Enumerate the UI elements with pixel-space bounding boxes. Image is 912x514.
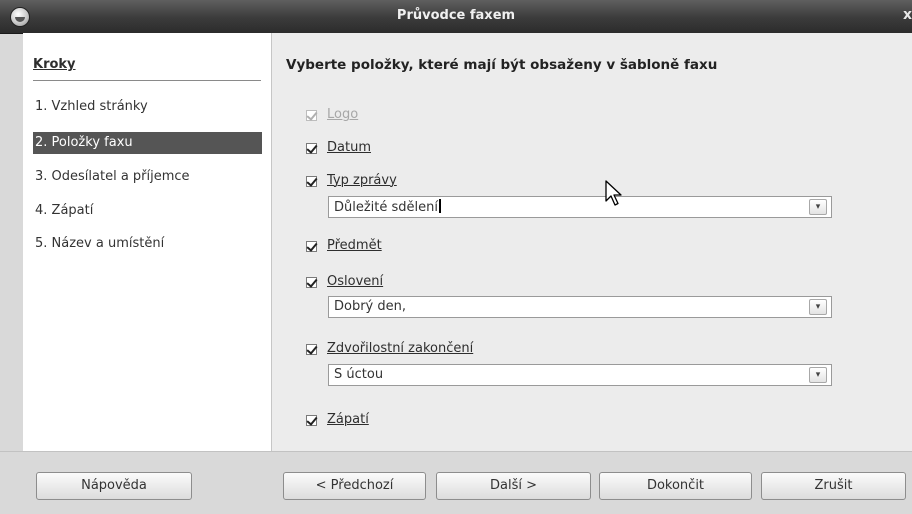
- message-type-value[interactable]: Důležité sdělení: [334, 199, 442, 216]
- back-button[interactable]: < Předchozí: [283, 472, 426, 500]
- fax-items-panel: Vyberte položky, které mají být obsaženy…: [272, 33, 912, 451]
- window-title: Průvodce faxem: [396, 8, 516, 23]
- footer-label[interactable]: Zápatí: [327, 410, 369, 430]
- button-bar: Nápověda < Předchozí Další > Dokončit Zr…: [0, 451, 912, 514]
- step-footer[interactable]: 4. Zápatí: [33, 200, 262, 222]
- complimentary-close-combo[interactable]: S úctou ▾: [328, 364, 832, 386]
- steps-sidebar: Kroky 1. Vzhled stránky 2. Položky faxu …: [23, 33, 272, 451]
- datum-label[interactable]: Datum: [327, 138, 371, 158]
- message-type-label[interactable]: Typ zprávy: [327, 171, 397, 191]
- panel-heading: Vyberte položky, které mají být obsaženy…: [286, 57, 718, 73]
- salutation-checkbox[interactable]: Oslovení: [306, 272, 383, 292]
- subject-label[interactable]: Předmět: [327, 236, 382, 256]
- next-button[interactable]: Další >: [436, 472, 591, 500]
- checkmark-icon[interactable]: [306, 276, 317, 288]
- logo-label: Logo: [327, 107, 359, 122]
- checkmark-icon[interactable]: [306, 142, 317, 154]
- steps-divider: [33, 80, 261, 81]
- salutation-combo[interactable]: Dobrý den, ▾: [328, 296, 832, 318]
- title-bar: Průvodce faxem x: [0, 0, 912, 34]
- steps-heading: Kroky: [33, 57, 76, 72]
- text-caret: [439, 199, 442, 213]
- step-name-location[interactable]: 5. Název a umístění: [33, 233, 262, 255]
- datum-checkbox[interactable]: Datum: [306, 138, 371, 158]
- checkmark-icon[interactable]: [306, 175, 317, 187]
- step-sender-recipient[interactable]: 3. Odesílatel a příjemce: [33, 166, 262, 188]
- checkmark-icon: [306, 109, 317, 121]
- salutation-value[interactable]: Dobrý den,: [334, 299, 406, 315]
- logo-checkbox: Logo: [306, 105, 358, 125]
- complimentary-close-label[interactable]: Zdvořilostní zakončení: [327, 339, 473, 359]
- complimentary-close-value[interactable]: S úctou: [334, 367, 383, 383]
- message-type-combo[interactable]: Důležité sdělení ▾: [328, 196, 832, 218]
- footer-checkbox[interactable]: Zápatí: [306, 410, 369, 430]
- chevron-down-icon[interactable]: ▾: [809, 367, 827, 383]
- checkmark-icon[interactable]: [306, 414, 317, 426]
- complimentary-close-checkbox[interactable]: Zdvořilostní zakončení: [306, 339, 473, 359]
- chevron-down-icon[interactable]: ▾: [809, 299, 827, 315]
- cancel-button[interactable]: Zrušit: [761, 472, 906, 500]
- finish-button[interactable]: Dokončit: [599, 472, 752, 500]
- chevron-down-icon[interactable]: ▾: [809, 199, 827, 215]
- step-fax-items[interactable]: 2. Položky faxu: [33, 132, 262, 154]
- subject-checkbox[interactable]: Předmět: [306, 236, 382, 256]
- help-button[interactable]: Nápověda: [36, 472, 192, 500]
- message-type-checkbox[interactable]: Typ zprávy: [306, 171, 397, 191]
- salutation-label[interactable]: Oslovení: [327, 272, 383, 292]
- close-icon[interactable]: x: [903, 7, 912, 23]
- checkmark-icon[interactable]: [306, 240, 317, 252]
- mouse-pointer-icon: [605, 180, 622, 206]
- checkmark-icon[interactable]: [306, 343, 317, 355]
- step-page-design[interactable]: 1. Vzhled stránky: [33, 96, 262, 118]
